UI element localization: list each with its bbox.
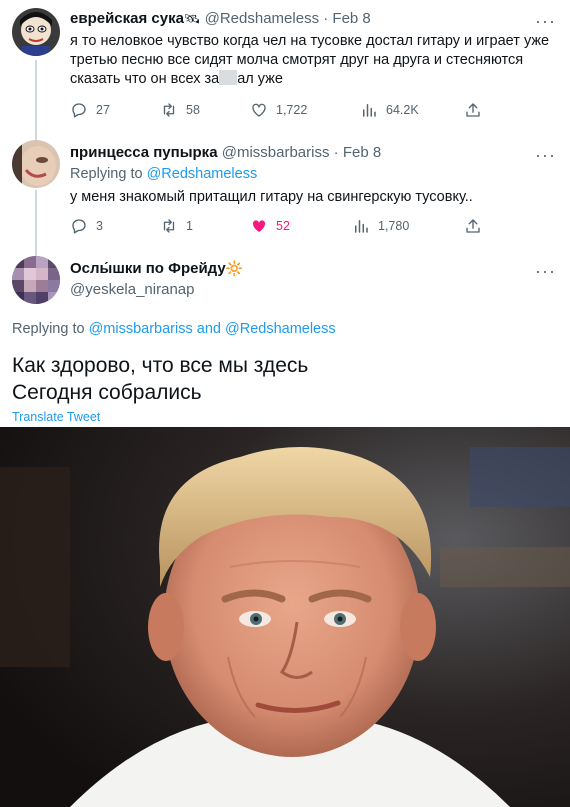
tweet-3[interactable]: Ослы́шки по Фрейду🔆 @yeskela_niranap ···… [0, 244, 570, 427]
display-name[interactable]: еврейская сука [70, 10, 184, 27]
reply-count: 3 [96, 219, 103, 233]
separator-dot: · [333, 144, 339, 161]
reply-icon [72, 103, 86, 118]
mention-link[interactable]: @missbarbariss [89, 321, 193, 337]
view-count: 64.2K [386, 103, 419, 117]
like-icon [252, 220, 266, 232]
more-icon[interactable]: ··· [535, 262, 556, 280]
satellite-emoji-icon: 🛰 [183, 11, 201, 26]
tweet-date[interactable]: Feb 8 [343, 144, 381, 161]
share-button[interactable] [464, 100, 482, 120]
more-icon[interactable]: ··· [535, 146, 556, 164]
tweet-text-part-1: я то неловкое чувство когда чел на тусов… [70, 33, 550, 87]
user-handle[interactable]: @missbarbariss [222, 144, 330, 161]
avatar[interactable] [12, 8, 60, 56]
mention-link[interactable]: @Redshameless [225, 321, 336, 337]
like-count: 1,722 [276, 103, 308, 117]
retweet-icon [163, 219, 175, 233]
separator-dot: · [323, 10, 329, 27]
like-count: 52 [276, 219, 290, 233]
tweet-actions: 3 1 52 1,780 [70, 216, 490, 236]
tweet-header: принцесса пупырка @missbarbariss · Feb 8 [70, 144, 381, 161]
tweet-1[interactable]: еврейская сука🛰 @Redshameless · Feb 8 ··… [0, 0, 570, 140]
like-button[interactable]: 1,722 [250, 100, 307, 120]
views-button[interactable]: 1,780 [352, 216, 409, 236]
replying-to: Replying to @Redshameless [70, 166, 257, 182]
retweet-icon [163, 103, 175, 117]
retweet-count: 58 [186, 103, 200, 117]
share-icon [466, 103, 480, 117]
tweet-date[interactable]: Feb 8 [332, 10, 370, 27]
replying-to-label: Replying to [12, 321, 85, 337]
more-icon[interactable]: ··· [535, 12, 556, 30]
sun-emoji-icon: 🔆 [225, 260, 244, 276]
user-handle[interactable]: @Redshameless [205, 10, 319, 27]
views-button[interactable]: 64.2K [360, 100, 419, 120]
avatar[interactable] [12, 140, 60, 188]
reply-count: 27 [96, 103, 110, 117]
avatar-pixelated-icon [12, 256, 60, 304]
retweet-button[interactable]: 58 [160, 100, 200, 120]
display-name[interactable]: Ослы́шки по Фрейду [70, 260, 226, 277]
translate-tweet-link[interactable]: Translate Tweet [12, 410, 100, 424]
tweet-text: у меня знакомый притащил гитару на свинг… [70, 189, 473, 205]
reply-button[interactable]: 3 [70, 216, 103, 236]
tweet-text: я то неловкое чувство когда чел на тусов… [70, 32, 550, 89]
share-button[interactable] [464, 216, 482, 236]
reply-icon [72, 219, 86, 234]
like-button[interactable]: 52 [250, 216, 290, 236]
view-count: 1,780 [378, 219, 410, 233]
user-handle[interactable]: @yeskela_niranap [70, 281, 194, 298]
share-icon [466, 219, 480, 233]
avatar-cartoon-icon [12, 8, 60, 56]
tweet-media-image[interactable] [0, 427, 570, 807]
man-portrait-image [0, 427, 570, 807]
retweet-button[interactable]: 1 [160, 216, 193, 236]
reply-button[interactable]: 27 [70, 100, 110, 120]
tweet-actions: 27 58 1,722 64.2K [70, 100, 490, 120]
user-handle-row: @yeskela_niranap [70, 281, 194, 298]
censored-block [219, 70, 238, 85]
avatar[interactable] [12, 256, 60, 304]
views-icon [363, 104, 376, 117]
replying-to: Replying to @missbarbariss and @Redshame… [12, 321, 336, 337]
tweet-text-part-2: ал уже [237, 71, 283, 87]
replying-to-label: Replying to [70, 166, 143, 182]
display-name[interactable]: принцесса пупырка [70, 144, 218, 161]
tweet-header: еврейская сука🛰 @Redshameless · Feb 8 [70, 10, 371, 27]
views-icon [355, 220, 368, 233]
tweet-2[interactable]: принцесса пупырка @missbarbariss · Feb 8… [0, 126, 570, 256]
mention-link[interactable]: @Redshameless [147, 166, 258, 182]
tweet-text-line-2: Сегодня собрались [12, 381, 202, 404]
tweet-header: Ослы́шки по Фрейду🔆 [70, 260, 243, 277]
replying-and: and [196, 321, 221, 337]
avatar-photo-icon [12, 140, 60, 188]
tweet-text-line-1: Как здорово, что все мы здесь [12, 354, 309, 377]
retweet-count: 1 [186, 219, 193, 233]
like-icon [252, 103, 266, 117]
